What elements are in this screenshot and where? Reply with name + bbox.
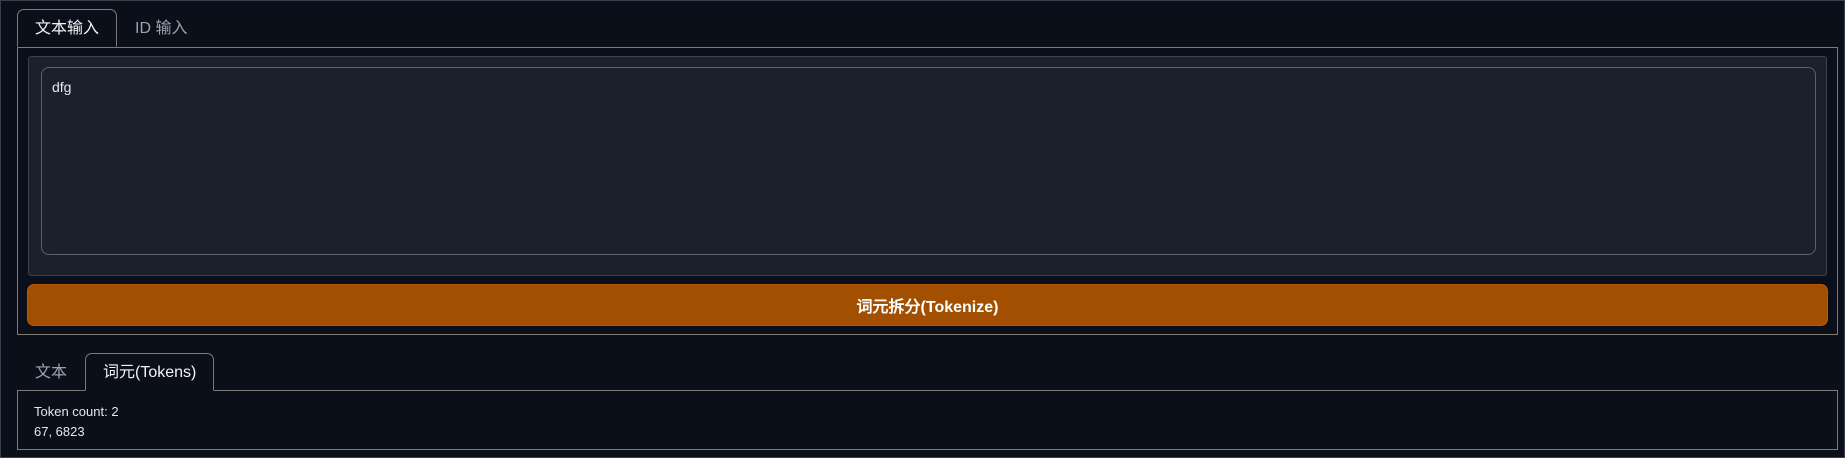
token-count-text: Token count: 2 [34, 404, 119, 419]
input-tab-bar: 文本输入 ID 输入 [17, 9, 205, 47]
token-ids-text: 67, 6823 [34, 424, 85, 439]
output-panel: Token count: 2 67, 6823 [17, 390, 1838, 450]
tab-tokens-output[interactable]: 词元(Tokens) [85, 353, 215, 391]
textbox-container: dfg [28, 56, 1827, 276]
input-panel: dfg 词元拆分(Tokenize) [17, 47, 1838, 335]
tab-text-input[interactable]: 文本输入 [17, 9, 118, 47]
tab-id-input[interactable]: ID 输入 [117, 9, 205, 47]
tokenize-button[interactable]: 词元拆分(Tokenize) [27, 284, 1828, 326]
text-input-field[interactable]: dfg [41, 67, 1816, 255]
tab-text-output[interactable]: 文本 [17, 353, 85, 391]
output-tab-bar: 文本 词元(Tokens) [17, 353, 215, 391]
